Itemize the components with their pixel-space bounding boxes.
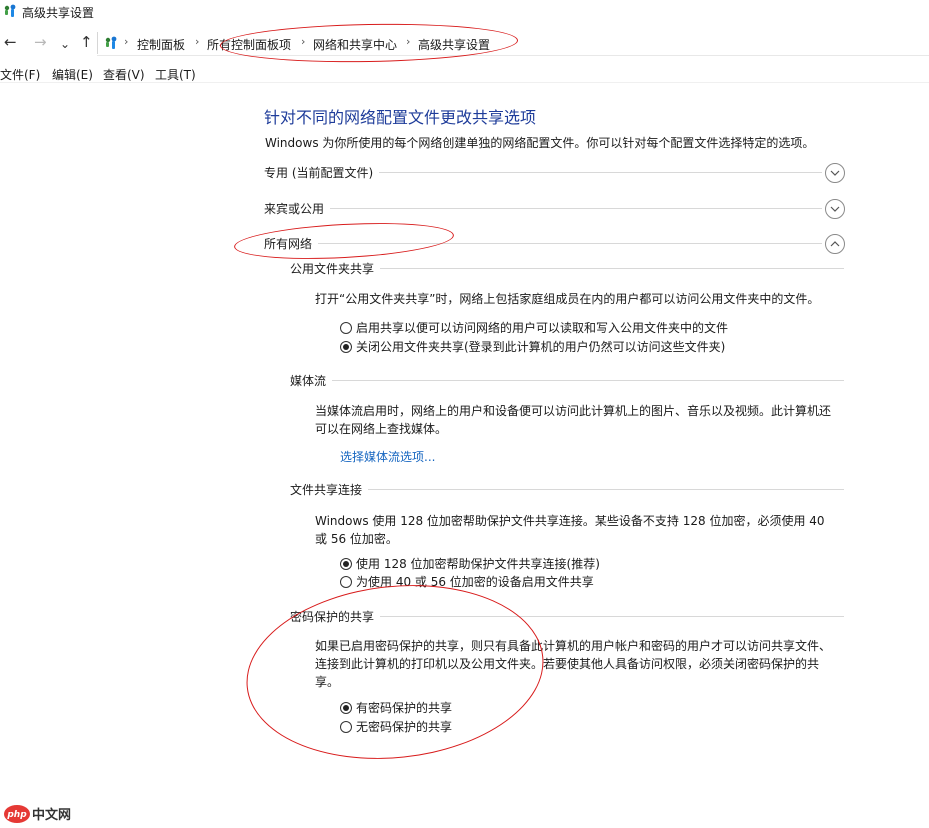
title-bar: 高级共享设置 bbox=[0, 0, 929, 22]
radio-label: 使用 128 位加密帮助保护文件共享连接(推荐) bbox=[356, 557, 600, 571]
divider bbox=[264, 208, 822, 209]
control-panel-icon bbox=[105, 36, 117, 49]
annotation-ellipse-all-networks bbox=[233, 218, 455, 264]
section-media-title: 媒体流 bbox=[290, 372, 333, 389]
network-sharing-icon bbox=[4, 4, 16, 17]
svg-text:php: php bbox=[6, 810, 27, 820]
address-bar-divider bbox=[97, 32, 98, 54]
media-streaming-options-link[interactable]: 选择媒体流选项... bbox=[340, 448, 435, 465]
chevron-right-icon: › bbox=[124, 35, 129, 48]
profile-guest-label[interactable]: 来宾或公用 bbox=[264, 200, 331, 217]
annotation-ellipse-breadcrumb bbox=[219, 21, 519, 65]
expand-private-button[interactable] bbox=[825, 163, 845, 183]
collapse-all-networks-button[interactable] bbox=[825, 234, 845, 254]
page-description: Windows 为你所使用的每个网络创建单独的网络配置文件。你可以针对每个配置文… bbox=[265, 136, 815, 150]
radio-label: 启用共享以便可以访问网络的用户可以读取和写入公用文件夹中的文件 bbox=[356, 321, 729, 335]
svg-text:中文网: 中文网 bbox=[32, 807, 71, 823]
php-cn-watermark: php 中文网 bbox=[3, 803, 83, 825]
section-file-sharing-title: 文件共享连接 bbox=[290, 481, 369, 498]
chevron-down-icon bbox=[830, 206, 840, 212]
radio-label: 关闭公用文件夹共享(登录到此计算机的用户仍然可以访问这些文件夹) bbox=[356, 340, 726, 354]
annotation-ellipse-password bbox=[237, 570, 553, 774]
radio-indicator bbox=[340, 557, 352, 570]
radio-indicator bbox=[340, 321, 352, 334]
divider bbox=[290, 489, 844, 490]
breadcrumb-control-panel[interactable]: 控制面板 bbox=[137, 36, 185, 53]
recent-locations-button[interactable]: ⌄ bbox=[60, 35, 70, 53]
php-logo-icon: php 中文网 bbox=[4, 805, 71, 823]
radio-indicator bbox=[340, 575, 352, 588]
window-title: 高级共享设置 bbox=[22, 6, 95, 20]
menu-edit[interactable]: 编辑(E) bbox=[52, 66, 93, 83]
radio-128bit[interactable]: 使用 128 位加密帮助保护文件共享连接(推荐) bbox=[340, 555, 600, 572]
file-sharing-description: Windows 使用 128 位加密帮助保护文件共享连接。某些设备不支持 128… bbox=[315, 514, 825, 546]
radio-public-off[interactable]: 关闭公用文件夹共享(登录到此计算机的用户仍然可以访问这些文件夹) bbox=[340, 338, 725, 355]
menu-file[interactable]: 文件(F) bbox=[0, 66, 40, 83]
public-folder-description: 打开“公用文件夹共享”时，网络上包括家庭组成员在内的用户都可以访问公用文件夹中的… bbox=[315, 292, 820, 306]
media-description: 当媒体流启用时，网络上的用户和设备便可以访问此计算机上的图片、音乐以及视频。此计… bbox=[315, 404, 832, 436]
chevron-right-icon: › bbox=[195, 35, 200, 48]
up-button[interactable]: ↑ bbox=[80, 33, 93, 51]
chevron-down-icon bbox=[830, 170, 840, 176]
menu-divider bbox=[0, 82, 929, 83]
expand-guest-button[interactable] bbox=[825, 199, 845, 219]
divider bbox=[290, 380, 844, 381]
back-button[interactable]: ← bbox=[4, 33, 17, 51]
forward-button[interactable]: → bbox=[34, 33, 47, 51]
section-public-folder-title: 公用文件夹共享 bbox=[290, 260, 381, 277]
chevron-up-icon bbox=[830, 241, 840, 247]
radio-public-on[interactable]: 启用共享以便可以访问网络的用户可以读取和写入公用文件夹中的文件 bbox=[340, 319, 728, 336]
page-title: 针对不同的网络配置文件更改共享选项 bbox=[264, 108, 537, 127]
menu-view[interactable]: 查看(V) bbox=[103, 66, 145, 83]
menu-tools[interactable]: 工具(T) bbox=[155, 66, 196, 83]
profile-private-label[interactable]: 专用 (当前配置文件) bbox=[264, 164, 380, 181]
radio-indicator bbox=[340, 340, 352, 353]
